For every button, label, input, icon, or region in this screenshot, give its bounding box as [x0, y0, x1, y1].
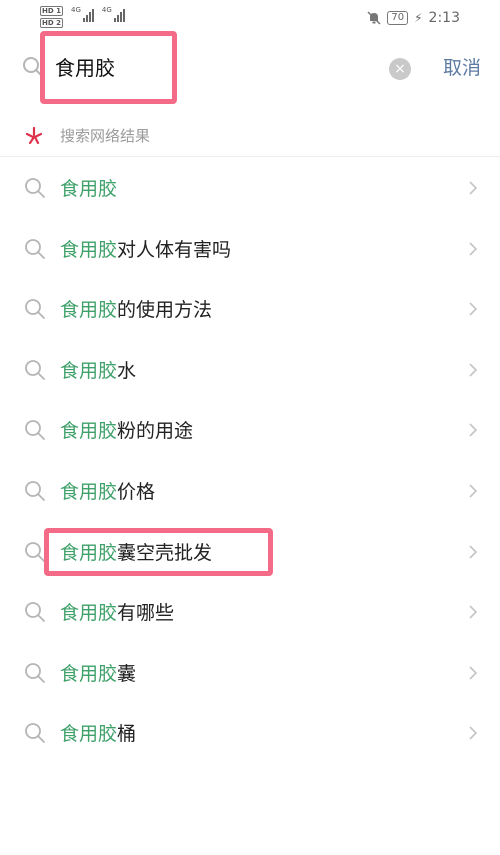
search-icon: [25, 723, 45, 744]
network-results-label: 搜索网络结果: [60, 127, 151, 145]
search-icon: [25, 238, 45, 259]
suggestion-keyword: 食用胶: [60, 359, 118, 382]
chevron-right-icon: [469, 726, 478, 740]
suggestion-item[interactable]: 食用胶: [0, 159, 500, 220]
suggestion-text: 食用胶水: [60, 357, 136, 385]
hd1-badge: HD 1: [40, 6, 63, 16]
suggestion-keyword: 食用胶: [60, 299, 118, 322]
signal-icon-2: 4G: [102, 6, 125, 22]
chevron-right-icon: [469, 666, 478, 680]
sou-yi-sou-icon: [25, 126, 43, 145]
suggestion-rest: 粉的用途: [117, 420, 194, 443]
suggestion-item[interactable]: 食用胶囊: [0, 644, 500, 705]
chevron-right-icon: [469, 484, 478, 498]
search-icon: [25, 420, 45, 441]
suggestion-keyword: 食用胶: [60, 723, 118, 746]
suggestion-keyword: 食用胶: [60, 480, 118, 503]
chevron-right-icon: [469, 242, 478, 256]
mute-bell-icon: [367, 11, 381, 25]
search-icon: [25, 299, 45, 320]
suggestion-keyword: 食用胶: [60, 602, 118, 625]
chevron-right-icon: [469, 605, 478, 619]
status-left: HD 1 HD 2 4G 4G: [40, 6, 125, 28]
suggestion-rest: 桶: [117, 723, 137, 746]
suggestion-keyword: 食用胶: [60, 420, 118, 443]
suggestion-keyword: 食用胶: [60, 178, 118, 200]
clear-search-button[interactable]: ×: [389, 58, 411, 80]
suggestion-rest: 价格: [117, 480, 156, 503]
suggestion-text: 食用胶对人体有害吗: [60, 236, 231, 264]
charging-icon: ⚡: [414, 11, 423, 25]
suggestion-text: 食用胶囊: [60, 660, 136, 688]
suggestion-rest: 对人体有害吗: [117, 238, 232, 261]
suggestion-item[interactable]: 食用胶水: [0, 341, 500, 402]
suggestion-text: 食用胶粉的用途: [60, 417, 193, 445]
network-results-header: 搜索网络结果: [0, 116, 500, 157]
suggestion-item[interactable]: 食用胶粉的用途: [0, 401, 500, 462]
signal-icon: 4G: [71, 6, 94, 22]
status-right: 70 ⚡ 2:13: [367, 10, 460, 26]
hd-badges: HD 1 HD 2: [40, 6, 63, 28]
suggestion-rest: 囊: [117, 662, 137, 685]
suggestion-highlight: [44, 528, 273, 576]
suggestion-item[interactable]: 食用胶桶: [0, 704, 500, 765]
chevron-right-icon: [469, 544, 478, 559]
search-icon: [25, 359, 45, 380]
search-icon: [25, 662, 45, 683]
suggestion-text: 食用胶桶: [60, 720, 136, 748]
search-icon: [25, 481, 45, 501]
chevron-right-icon: [469, 363, 478, 377]
search-icon: [25, 602, 45, 623]
suggestion-text: 食用胶的使用方法: [60, 296, 212, 324]
suggestion-item[interactable]: 食用胶有哪些: [0, 583, 500, 644]
suggestion-item[interactable]: 食用胶价格: [0, 462, 500, 523]
suggestion-item[interactable]: 食用胶的使用方法: [0, 280, 500, 341]
search-query-highlight: [40, 31, 177, 104]
chevron-right-icon: [469, 423, 478, 437]
suggestion-keyword: 食用胶: [60, 662, 118, 685]
search-icon: [25, 178, 45, 198]
chevron-right-icon: [469, 302, 478, 316]
suggestion-text: 食用胶有哪些: [60, 599, 174, 627]
suggestion-list: 食用胶 食用胶对人体有害吗 食用胶的使用方法 食用胶水 食用胶粉的用途 食用胶价…: [0, 159, 500, 765]
suggestion-rest: 水: [117, 359, 137, 382]
clock: 2:13: [428, 10, 460, 26]
hd2-badge: HD 2: [40, 18, 63, 28]
suggestion-text: 食用胶价格: [60, 478, 155, 506]
cancel-button[interactable]: 取消: [443, 54, 481, 82]
suggestion-rest: 的使用方法: [117, 299, 213, 322]
battery-indicator: 70: [387, 11, 409, 25]
suggestion-rest: 有哪些: [117, 602, 175, 625]
suggestion-item[interactable]: 食用胶对人体有害吗: [0, 220, 500, 281]
suggestion-text: 食用胶: [60, 175, 117, 203]
search-icon: [25, 541, 45, 562]
suggestion-keyword: 食用胶: [60, 238, 118, 261]
chevron-right-icon: [469, 181, 478, 195]
